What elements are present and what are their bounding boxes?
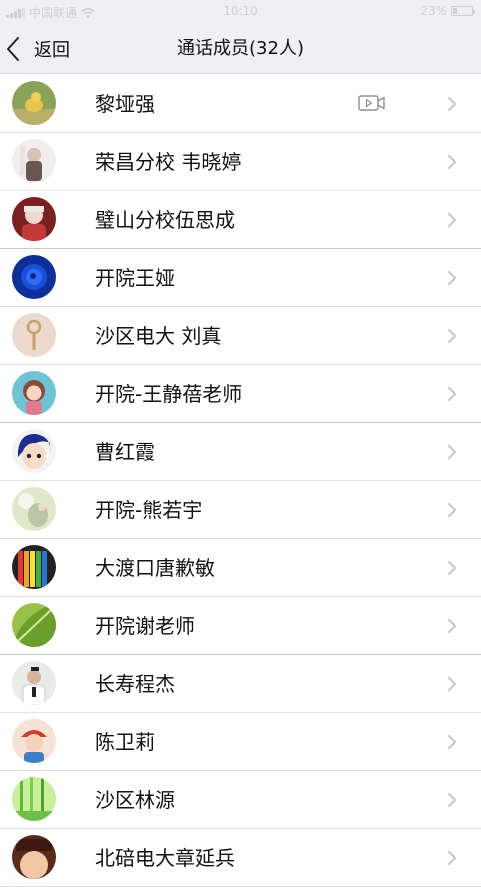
member-name: 曹红霞 [95, 440, 155, 464]
status-time: 10:10 [223, 4, 258, 18]
member-name: 开院-王静蓓老师 [95, 382, 243, 406]
avatar [12, 545, 56, 589]
avatar [12, 603, 56, 647]
avatar [12, 313, 56, 357]
member-name: 北碚电大章延兵 [95, 846, 235, 870]
status-right: 23% [420, 4, 475, 18]
chevron-right-icon [448, 155, 456, 169]
chevron-right-icon [448, 619, 456, 633]
avatar [12, 371, 56, 415]
chevron-right-icon [448, 97, 456, 111]
member-name: 黎垭强 [95, 92, 155, 116]
avatar [12, 661, 56, 705]
member-row[interactable]: 陈卫莉 [0, 713, 481, 771]
avatar [12, 139, 56, 183]
battery-icon [451, 6, 475, 16]
chevron-right-icon [448, 851, 456, 865]
avatar [12, 255, 56, 299]
back-label: 返回 [34, 40, 70, 61]
member-row[interactable]: 璧山分校伍思成 [0, 191, 481, 249]
member-name: 长寿程杰 [95, 672, 175, 696]
battery-percent: 23% [420, 4, 447, 18]
chevron-right-icon [448, 561, 456, 575]
member-row[interactable]: 开院-熊若宇 [0, 481, 481, 539]
avatar [12, 81, 56, 125]
chevron-right-icon [448, 677, 456, 691]
chevron-right-icon [448, 271, 456, 285]
member-row[interactable]: 曹红霞 [0, 423, 481, 481]
member-row[interactable]: 荣昌分校 韦晓婷 [0, 133, 481, 191]
member-name: 沙区电大 刘真 [95, 324, 222, 348]
chevron-right-icon [448, 387, 456, 401]
chevron-right-icon [448, 329, 456, 343]
member-name: 沙区林源 [95, 788, 175, 812]
status-bar: 中国联通 10:10 23% [0, 0, 481, 24]
avatar [12, 835, 56, 879]
member-row[interactable]: 长寿程杰 [0, 655, 481, 713]
member-row[interactable]: 沙区电大 刘真 [0, 307, 481, 365]
member-name: 荣昌分校 韦晓婷 [95, 150, 242, 174]
video-call-icon[interactable] [358, 94, 386, 112]
member-name: 开院谢老师 [95, 614, 195, 638]
chevron-left-icon [7, 37, 19, 61]
avatar [12, 777, 56, 821]
back-button[interactable]: 返回 [6, 24, 70, 74]
avatar [12, 429, 56, 473]
page-title: 通话成员(32人) [177, 38, 304, 59]
chevron-right-icon [448, 445, 456, 459]
member-row[interactable]: 沙区林源 [0, 771, 481, 829]
chevron-right-icon [448, 793, 456, 807]
member-name: 大渡口唐歉敏 [95, 556, 215, 580]
member-name: 开院王娅 [95, 266, 175, 290]
avatar [12, 487, 56, 531]
member-row[interactable]: 大渡口唐歉敏 [0, 539, 481, 597]
member-row[interactable]: 北碚电大章延兵 [0, 829, 481, 887]
nav-bar: 返回 通话成员(32人) [0, 24, 481, 74]
battery-level [453, 8, 457, 14]
chevron-right-icon [448, 213, 456, 227]
member-name: 陈卫莉 [95, 730, 155, 754]
member-row[interactable]: 开院谢老师 [0, 597, 481, 655]
member-row[interactable]: 开院-王静蓓老师 [0, 365, 481, 423]
avatar [12, 197, 56, 241]
member-list: 黎垭强荣昌分校 韦晓婷 璧山分校伍思成 开院王娅沙区电大 刘真 开院-王静蓓老师 曹红霞… [0, 75, 481, 887]
member-row[interactable]: 开院王娅 [0, 249, 481, 307]
member-row[interactable]: 黎垭强 [0, 75, 481, 133]
chevron-right-icon [448, 735, 456, 749]
chevron-right-icon [448, 503, 456, 517]
member-name: 开院-熊若宇 [95, 498, 203, 522]
avatar [12, 719, 56, 763]
member-name: 璧山分校伍思成 [95, 208, 235, 232]
